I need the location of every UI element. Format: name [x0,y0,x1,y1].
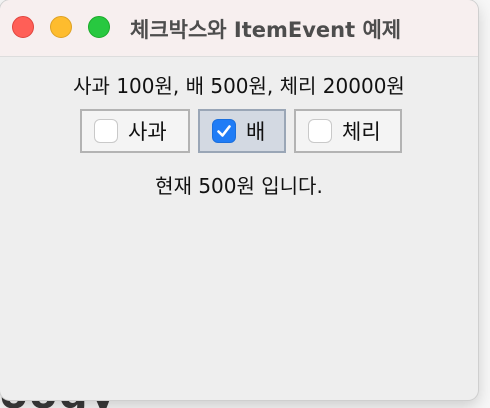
checkbox-box[interactable] [308,119,332,143]
title-bar[interactable]: 체크박스와 ItemEvent 예제 [0,0,478,57]
checkbox-box[interactable] [212,119,236,143]
zoom-window-icon[interactable] [88,16,110,38]
screen: oogy 체크박스와 ItemEvent 예제 사과 100원, 배 500원,… [0,0,490,408]
checkbox-label: 사과 [128,120,167,144]
checkbox-apple[interactable]: 사과 [80,109,190,153]
checkbox-label: 체리 [342,120,381,144]
price-info-label: 사과 100원, 배 500원, 체리 20000원 [73,74,405,98]
checkbox-label: 배 [246,120,266,144]
app-window: 체크박스와 ItemEvent 예제 사과 100원, 배 500원, 체리 2… [0,0,478,400]
checkmark-icon [217,125,231,137]
checkbox-pear[interactable]: 배 [198,109,286,153]
checkbox-cherry[interactable]: 체리 [294,109,402,153]
window-title: 체크박스와 ItemEvent 예제 [130,18,402,42]
minimize-window-icon[interactable] [50,16,72,38]
total-price-label: 현재 500원 입니다. [155,174,323,198]
checkbox-box[interactable] [94,119,118,143]
close-window-icon[interactable] [12,16,34,38]
